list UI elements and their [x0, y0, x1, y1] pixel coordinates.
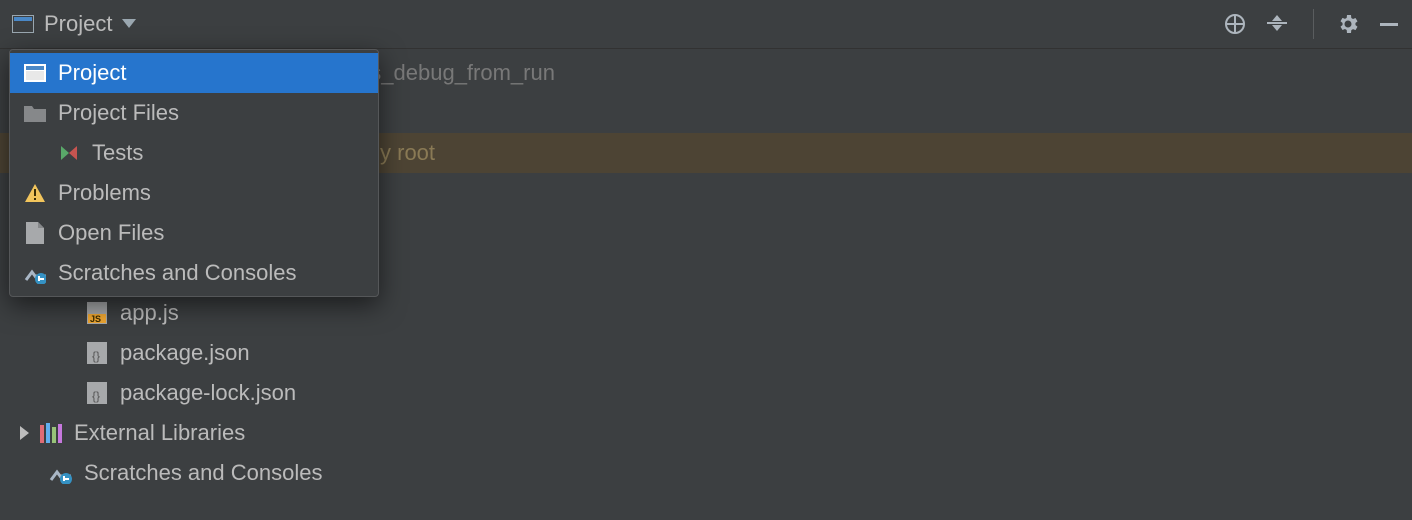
scratches-row[interactable]: Scratches and Consoles: [0, 453, 1412, 493]
library-root-suffix: y root: [380, 133, 435, 173]
project-view-icon: [12, 15, 34, 33]
file-label: app.js: [120, 293, 179, 333]
dropdown-item-label: Tests: [92, 140, 143, 166]
dropdown-item-label: Problems: [58, 180, 151, 206]
external-libraries-row[interactable]: External Libraries: [0, 413, 1412, 453]
select-opened-file-button[interactable]: [1223, 12, 1247, 36]
dropdown-item-label: Project Files: [58, 100, 179, 126]
chevron-down-icon: [122, 19, 136, 29]
json-file-icon: {}: [84, 342, 110, 364]
file-package-lock-json[interactable]: {} package-lock.json: [0, 373, 1412, 413]
project-tool-window-toolbar: Project: [0, 0, 1412, 49]
project-view-selector[interactable]: Project: [44, 11, 136, 37]
collapse-all-button[interactable]: [1265, 12, 1289, 36]
dropdown-item-label: Scratches and Consoles: [58, 260, 296, 286]
project-view-dropdown[interactable]: Project Project Files Tests Problems Ope…: [9, 49, 379, 297]
dropdown-item-problems[interactable]: Problems: [10, 173, 378, 213]
dropdown-item-scratches[interactable]: Scratches and Consoles: [10, 253, 378, 293]
file-package-json[interactable]: {} package.json: [0, 333, 1412, 373]
file-label: package-lock.json: [120, 373, 296, 413]
json-file-icon: {}: [84, 382, 110, 404]
file-label: package.json: [120, 333, 250, 373]
dropdown-item-label: Open Files: [58, 220, 164, 246]
dropdown-item-open-files[interactable]: Open Files: [10, 213, 378, 253]
folder-icon: [24, 104, 46, 122]
settings-button[interactable]: [1336, 12, 1360, 36]
scratches-icon: [48, 462, 74, 484]
collapse-chevron-icon[interactable]: [14, 426, 36, 440]
scratches-icon: [24, 262, 46, 284]
js-file-icon: JS: [84, 302, 110, 324]
external-libraries-label: External Libraries: [74, 413, 245, 453]
file-app-js[interactable]: JS app.js: [0, 293, 1412, 333]
dropdown-item-project-files[interactable]: Project Files: [10, 93, 378, 133]
scratches-label: Scratches and Consoles: [84, 453, 322, 493]
svg-text:{}: {}: [92, 389, 100, 403]
warning-icon: [24, 183, 46, 203]
project-view-icon: [24, 64, 46, 82]
file-icon: [24, 222, 46, 244]
libraries-icon: [38, 423, 64, 443]
toolbar-separator: [1313, 9, 1314, 39]
hide-button[interactable]: [1378, 13, 1400, 35]
dropdown-item-tests[interactable]: Tests: [10, 133, 378, 173]
svg-text:JS: JS: [90, 314, 101, 324]
dropdown-item-project[interactable]: Project: [10, 53, 378, 93]
tests-icon: [58, 143, 80, 163]
svg-text:{}: {}: [92, 349, 100, 363]
project-view-selector-label: Project: [44, 11, 112, 37]
dropdown-item-label: Project: [58, 60, 126, 86]
